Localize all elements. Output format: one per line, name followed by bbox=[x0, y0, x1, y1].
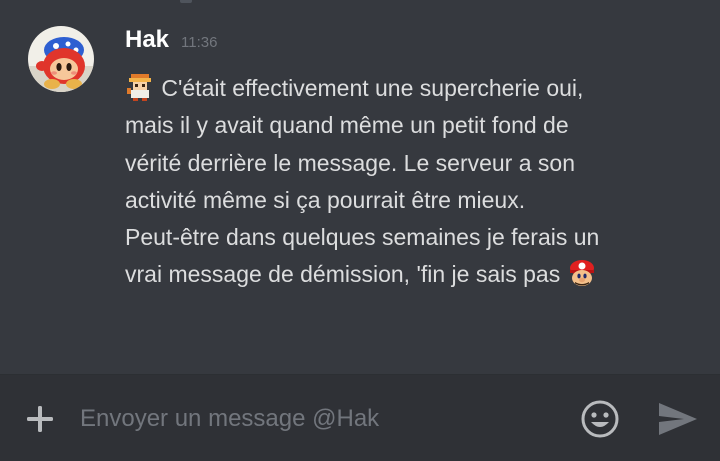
smiley-icon[interactable] bbox=[580, 399, 620, 439]
pixel-character-emoji-icon bbox=[125, 72, 155, 102]
message-line: vrai message de démission, 'fin je sais … bbox=[125, 256, 685, 293]
timestamp: 11:36 bbox=[181, 34, 218, 51]
avatar[interactable] bbox=[28, 26, 94, 92]
chat-area: Hak 11:36 C'était effectivement une supe… bbox=[0, 0, 720, 374]
message-content: C'était effectivement une supercherie ou… bbox=[125, 70, 685, 294]
mario-head-emoji-icon bbox=[567, 258, 597, 288]
username[interactable]: Hak bbox=[125, 26, 169, 54]
plus-icon[interactable] bbox=[24, 403, 56, 435]
message-line: C'était effectivement une supercherie ou… bbox=[125, 70, 685, 107]
previous-message-edge bbox=[180, 0, 192, 3]
waddle-dee-avatar-icon bbox=[28, 26, 94, 92]
message-line: vérité derrière le message. Le serveur a… bbox=[125, 149, 575, 176]
message-line: activité même si ça pourrait être mieux. bbox=[125, 186, 526, 213]
message-line: Peut-être dans quelques semaines je fera… bbox=[125, 224, 600, 251]
message-composer bbox=[0, 374, 720, 461]
message-input[interactable] bbox=[80, 399, 560, 439]
message-header: Hak 11:36 bbox=[125, 26, 217, 54]
message-line: mais il y avait quand même un petit fond… bbox=[125, 112, 569, 139]
send-icon[interactable] bbox=[656, 399, 700, 439]
